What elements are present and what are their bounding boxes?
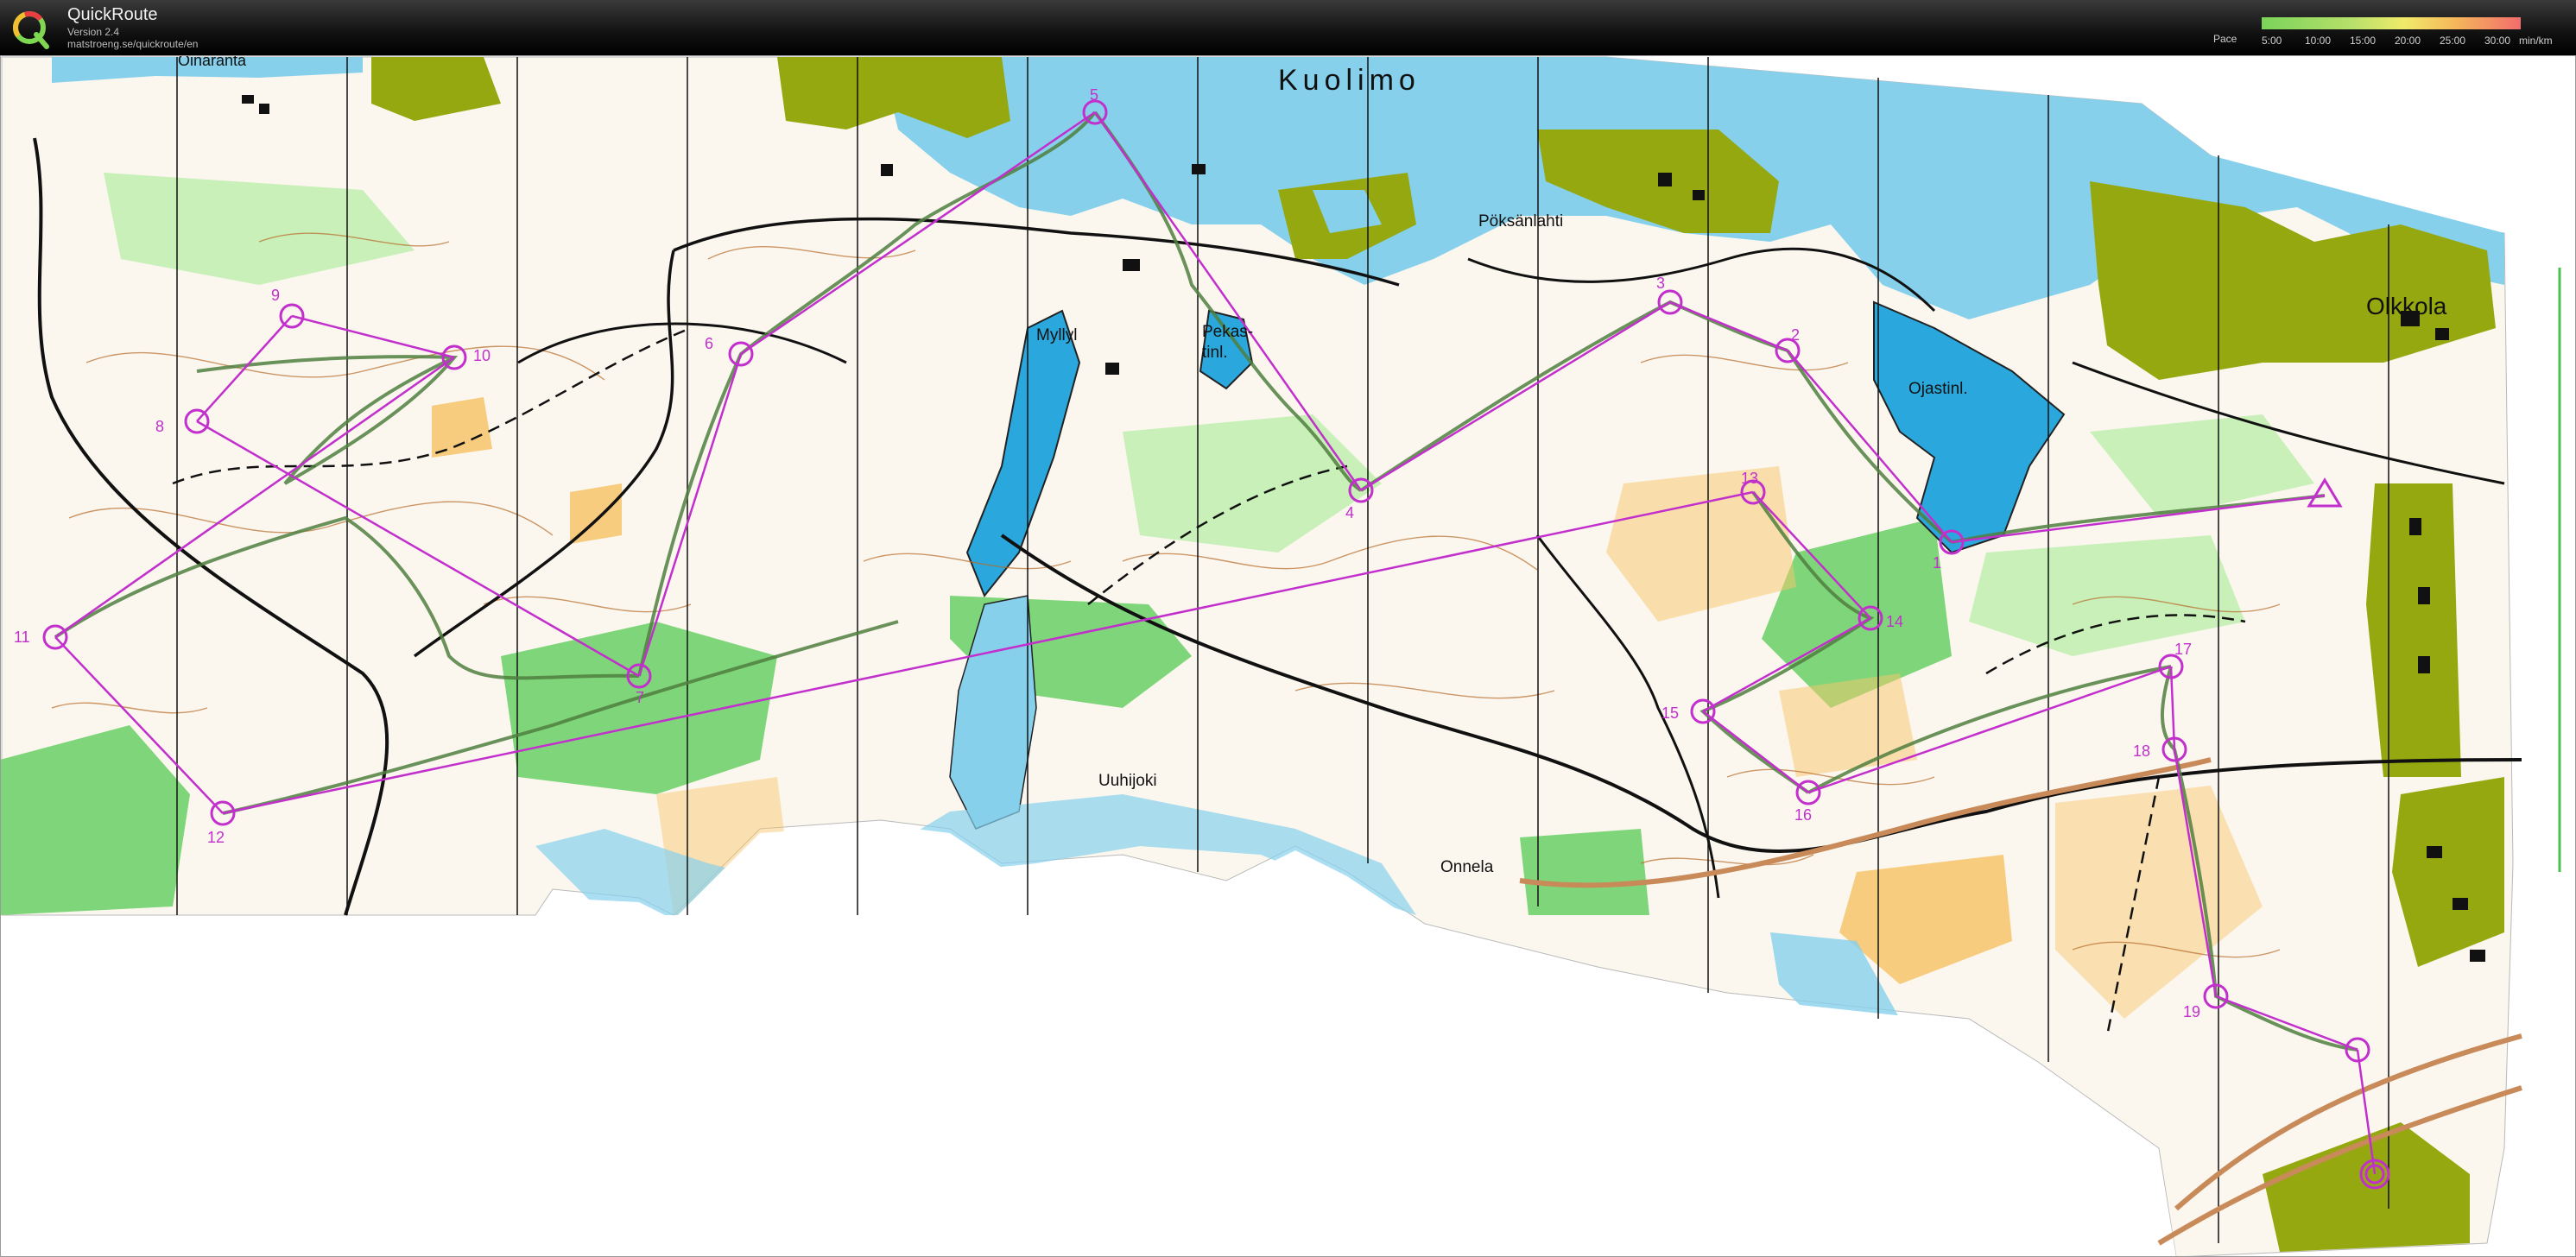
control-number: 16	[1794, 806, 1812, 824]
app-version: Version 2.4	[67, 26, 120, 38]
pace-legend: Pace 5:00 10:00 15:00 20:00 25:00 30:00 …	[2213, 12, 2553, 48]
control-number: 17	[2174, 641, 2192, 658]
control-number: 6	[705, 335, 713, 352]
pace-unit: min/km	[2519, 35, 2553, 47]
quickroute-logo-icon	[13, 11, 49, 49]
control-number: 7	[636, 689, 644, 706]
control-number: 3	[1656, 275, 1665, 292]
app-title: QuickRoute	[67, 5, 158, 24]
pace-ticks: 5:00 10:00 15:00 20:00 25:00 30:00 min/k…	[2262, 35, 2553, 47]
orienteering-map[interactable]: 1 2 3 4 5 6 7 8 9 10 11 12 13 14 15 16 1…	[0, 55, 2576, 1257]
label-kuolimo: Kuolimo	[1278, 64, 1421, 97]
pace-color-scale	[2262, 17, 2521, 29]
pace-tick: 25:00	[2440, 35, 2466, 47]
control-number: 10	[473, 347, 491, 364]
label-uuhijoki: Uuhijoki	[1098, 772, 1157, 790]
title-bar: QuickRoute Version 2.4 matstroeng.se/qui…	[0, 0, 2576, 55]
control-number: 14	[1886, 613, 1903, 630]
control-number: 2	[1791, 326, 1800, 344]
label-myllyl: Myllyl	[1036, 326, 1078, 344]
label-onnela: Onnela	[1440, 858, 1494, 876]
label-olkkola: Olkkola	[2366, 293, 2447, 319]
control-number: 19	[2183, 1003, 2200, 1020]
control-number: 13	[1741, 470, 1758, 487]
pace-tick: 15:00	[2350, 35, 2377, 47]
label-oinaranta: Oinaranta	[178, 55, 247, 69]
label-ojastinl: Ojastinl.	[1908, 380, 1968, 398]
pace-tick: 30:00	[2484, 35, 2511, 47]
control-number: 8	[155, 418, 164, 435]
label-pekastinl-2: tinl.	[1202, 344, 1228, 362]
app-url: matstroeng.se/quickroute/en	[67, 38, 199, 50]
control-number: 18	[2133, 742, 2150, 760]
control-number: 12	[207, 829, 225, 846]
control-number: 11	[14, 628, 30, 646]
pace-tick: 20:00	[2395, 35, 2421, 47]
control-number: 5	[1090, 86, 1098, 104]
control-number: 15	[1661, 704, 1679, 722]
control-number: 9	[271, 287, 280, 304]
label-poksanlahti: Pöksänlahti	[1478, 212, 1563, 231]
control-number: 1	[1933, 554, 1941, 572]
control-number: 4	[1345, 504, 1354, 521]
pace-label: Pace	[2213, 33, 2237, 45]
pace-tick: 10:00	[2305, 35, 2332, 47]
label-pekastinl: Pekas-	[1202, 323, 1253, 341]
pace-tick: 5:00	[2262, 35, 2282, 47]
